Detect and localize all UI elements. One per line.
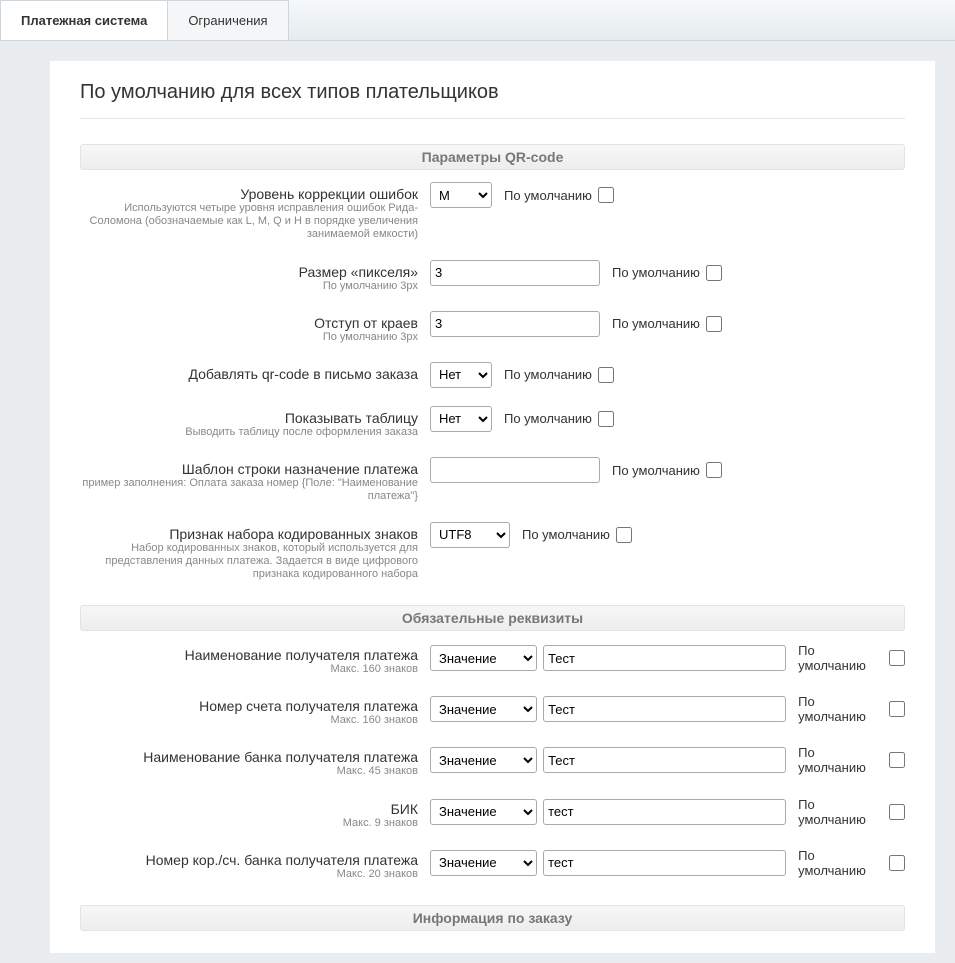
hint-bank-name: Макс. 45 знаков	[80, 765, 418, 778]
hint-margin: По умолчанию 3px	[80, 331, 418, 344]
tab-bar: Платежная система Ограничения	[0, 0, 955, 41]
input-recipient-account[interactable]	[543, 696, 786, 722]
checkbox-show-table-default[interactable]	[598, 411, 614, 427]
hint-bik: Макс. 9 знаков	[80, 817, 418, 830]
checkbox-margin-default[interactable]	[706, 316, 722, 332]
input-template[interactable]	[430, 457, 600, 483]
default-label: По умолчанию	[612, 463, 700, 478]
label-pixel-size: Размер «пикселя»	[80, 264, 418, 280]
select-recipient-name-type[interactable]: Значение	[430, 645, 537, 671]
label-recipient-account: Номер счета получателя платежа	[80, 698, 418, 714]
default-label: По умолчанию	[612, 265, 700, 280]
label-encoding: Признак набора кодированных знаков	[80, 526, 418, 542]
select-show-table[interactable]: Нет	[430, 406, 492, 432]
hint-recipient-name: Макс. 160 знаков	[80, 663, 418, 676]
input-recipient-name[interactable]	[543, 645, 786, 671]
section-header-order: Информация по заказу	[80, 905, 905, 931]
checkbox-bank-name-default[interactable]	[889, 752, 905, 768]
label-margin: Отступ от краев	[80, 315, 418, 331]
hint-encoding: Набор кодированных знаков, который испол…	[80, 542, 418, 582]
section-header-qr: Параметры QR-code	[80, 144, 905, 170]
hint-template: пример заполнения: Оплата заказа номер {…	[80, 477, 418, 503]
checkbox-template-default[interactable]	[706, 462, 722, 478]
default-label: По умолчанию	[798, 745, 883, 775]
label-error-level: Уровень коррекции ошибок	[80, 186, 418, 202]
checkbox-recipient-account-default[interactable]	[889, 701, 905, 717]
input-bank-name[interactable]	[543, 747, 786, 773]
default-label: По умолчанию	[798, 643, 883, 673]
select-error-level[interactable]: M	[430, 182, 492, 208]
label-recipient-name: Наименование получателя платежа	[80, 647, 418, 663]
default-label: По умолчанию	[504, 411, 592, 426]
label-show-table: Показывать таблицу	[80, 410, 418, 426]
label-bank-name: Наименование банка получателя платежа	[80, 749, 418, 765]
checkbox-error-level-default[interactable]	[598, 187, 614, 203]
default-label: По умолчанию	[522, 527, 610, 542]
default-label: По умолчанию	[798, 797, 883, 827]
label-template: Шаблон строки назначение платежа	[80, 461, 418, 477]
input-margin[interactable]	[430, 311, 600, 337]
default-label: По умолчанию	[504, 367, 592, 382]
label-bik: БИК	[80, 801, 418, 817]
select-encoding[interactable]: UTF8	[430, 522, 510, 548]
default-label: По умолчанию	[504, 188, 592, 203]
checkbox-corr-account-default[interactable]	[889, 855, 905, 871]
default-label: По умолчанию	[612, 316, 700, 331]
input-corr-account[interactable]	[543, 850, 786, 876]
default-label: По умолчанию	[798, 848, 883, 878]
checkbox-encoding-default[interactable]	[616, 527, 632, 543]
hint-error-level: Используются четыре уровня исправления о…	[80, 202, 418, 242]
hint-recipient-account: Макс. 160 знаков	[80, 714, 418, 727]
checkbox-bik-default[interactable]	[889, 804, 905, 820]
select-add-qr[interactable]: Нет	[430, 362, 492, 388]
checkbox-add-qr-default[interactable]	[598, 367, 614, 383]
hint-corr-account: Макс. 20 знаков	[80, 868, 418, 881]
input-bik[interactable]	[543, 799, 786, 825]
input-pixel-size[interactable]	[430, 260, 600, 286]
checkbox-pixel-size-default[interactable]	[706, 265, 722, 281]
select-recipient-account-type[interactable]: Значение	[430, 696, 537, 722]
page-title: По умолчанию для всех типов плательщиков	[80, 81, 905, 119]
checkbox-recipient-name-default[interactable]	[889, 650, 905, 666]
default-label: По умолчанию	[798, 694, 883, 724]
label-add-qr: Добавлять qr-code в письмо заказа	[80, 366, 418, 382]
label-corr-account: Номер кор./сч. банка получателя платежа	[80, 852, 418, 868]
hint-show-table: Выводить таблицу после оформления заказа	[80, 426, 418, 439]
section-header-required: Обязательные реквизиты	[80, 605, 905, 631]
select-bank-name-type[interactable]: Значение	[430, 747, 537, 773]
tab-payment-system[interactable]: Платежная система	[0, 0, 168, 40]
select-corr-account-type[interactable]: Значение	[430, 850, 537, 876]
hint-pixel-size: По умолчанию 3px	[80, 280, 418, 293]
select-bik-type[interactable]: Значение	[430, 799, 537, 825]
tab-restrictions[interactable]: Ограничения	[167, 0, 288, 40]
